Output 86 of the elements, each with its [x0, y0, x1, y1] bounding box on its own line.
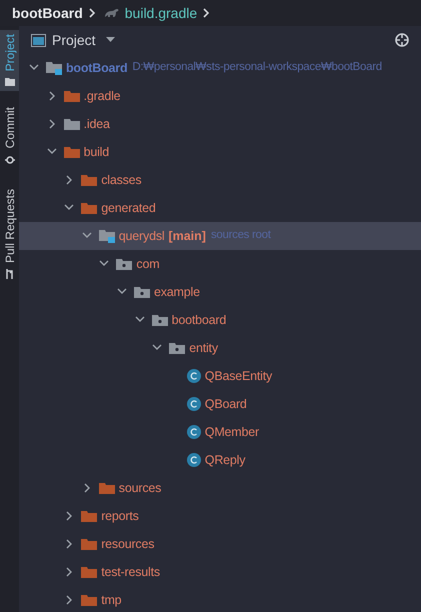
- file-name: bootBoard: [66, 60, 128, 77]
- project-path: D:₩personal₩sts-personal-workspace₩bootBoard: [132, 60, 382, 76]
- tree-item[interactable]: .idea: [19, 110, 421, 138]
- chevron-right-icon[interactable]: [64, 567, 74, 577]
- file-name: build: [84, 144, 110, 161]
- chevron-right-icon[interactable]: [64, 539, 74, 549]
- locate-icon[interactable]: [395, 33, 409, 47]
- tree-item[interactable]: generated: [19, 194, 421, 222]
- tree-item[interactable]: test-results: [19, 558, 421, 586]
- class-icon: [186, 425, 201, 439]
- folder-icon: [81, 510, 98, 522]
- tree-item[interactable]: reports: [19, 502, 421, 530]
- side-tab[interactable]: Pull Requests: [0, 184, 19, 283]
- tree-item[interactable]: classes: [19, 166, 421, 194]
- panel-icon: [31, 34, 46, 46]
- tree-item[interactable]: com: [19, 250, 421, 278]
- file-name: QBoard: [204, 396, 247, 413]
- dropdown-caret-icon[interactable]: [106, 37, 115, 43]
- file-name: .idea: [84, 116, 110, 133]
- file-name: sources: [118, 480, 162, 497]
- file-name: tmp: [101, 592, 122, 609]
- file-name: test-results: [101, 564, 160, 581]
- file-name: .gradle: [84, 88, 120, 105]
- file-name: bootboard: [172, 312, 226, 329]
- folder-icon: [64, 118, 80, 130]
- file-name: QReply: [204, 452, 246, 469]
- file-name: resources: [101, 536, 154, 553]
- folder-icon: [81, 202, 98, 214]
- tree-item[interactable]: bootBoard D:₩personal₩sts-personal-workspace₩bootBoard: [19, 54, 421, 82]
- pull-request-icon: [4, 268, 14, 279]
- class-icon: [186, 453, 201, 467]
- folder-icon: [81, 174, 98, 186]
- tree-item[interactable]: example: [19, 278, 421, 306]
- chevron-right-icon[interactable]: [46, 119, 57, 129]
- class-icon: [186, 397, 201, 411]
- folder-hint: sources root: [210, 228, 271, 244]
- file-name: querydsl: [118, 228, 164, 245]
- commit-icon: [4, 154, 14, 165]
- breadcrumb[interactable]: bootBoard: [12, 2, 83, 24]
- file-name: classes: [101, 172, 142, 189]
- side-tab[interactable]: Project: [0, 30, 19, 92]
- chevron-right-icon[interactable]: [64, 511, 74, 521]
- chevron-icon: [203, 8, 210, 18]
- tree-item[interactable]: QReply: [19, 446, 421, 474]
- tree-item[interactable]: entity: [19, 334, 421, 362]
- elephant-icon: [104, 7, 119, 19]
- folder-icon: [81, 566, 98, 578]
- file-name: QMember: [204, 424, 259, 441]
- package-folder-icon: [169, 342, 186, 354]
- breadcrumb[interactable]: build.gradle: [124, 2, 198, 24]
- folder-icon: [98, 482, 115, 494]
- file-name: generated: [101, 200, 156, 217]
- tree-item[interactable]: tmp: [19, 586, 421, 612]
- tree-item[interactable]: QBaseEntity: [19, 362, 421, 390]
- tree-item[interactable]: sources: [19, 474, 421, 502]
- package-folder-icon: [152, 314, 168, 326]
- tree-item[interactable]: querydsl [main] sources root: [19, 222, 421, 250]
- package-folder-icon: [134, 286, 150, 298]
- folder-icon: [4, 77, 14, 88]
- file-name: entity: [189, 340, 218, 357]
- tree-item[interactable]: QMember: [19, 418, 421, 446]
- folder-icon: [81, 538, 98, 550]
- tree-item[interactable]: QBoard: [19, 390, 421, 418]
- chevron-right-icon[interactable]: [82, 483, 92, 493]
- folder-icon: [64, 146, 80, 158]
- source-folder-icon: [98, 229, 115, 243]
- chevron-icon: [88, 8, 96, 18]
- file-name: example: [154, 284, 200, 301]
- file-name: QBaseEntity: [204, 368, 272, 385]
- chevron-right-icon[interactable]: [64, 595, 74, 605]
- package-folder-icon: [116, 258, 132, 270]
- tree-item[interactable]: bootboard: [19, 306, 421, 334]
- tree-item[interactable]: resources: [19, 530, 421, 558]
- panel-title[interactable]: Project: [52, 30, 96, 50]
- tree-item[interactable]: build: [19, 138, 421, 166]
- class-icon: [186, 369, 201, 383]
- folder-icon: [81, 594, 98, 606]
- file-name: com: [136, 256, 160, 273]
- tree-item[interactable]: .gradle: [19, 82, 421, 110]
- side-tab[interactable]: Commit: [0, 103, 19, 169]
- chevron-right-icon[interactable]: [46, 91, 57, 101]
- chevron-right-icon[interactable]: [64, 175, 74, 185]
- module-folder-icon: [46, 61, 62, 75]
- branch-tag: [main]: [168, 226, 206, 246]
- file-name: reports: [101, 508, 139, 525]
- folder-icon: [64, 90, 80, 102]
